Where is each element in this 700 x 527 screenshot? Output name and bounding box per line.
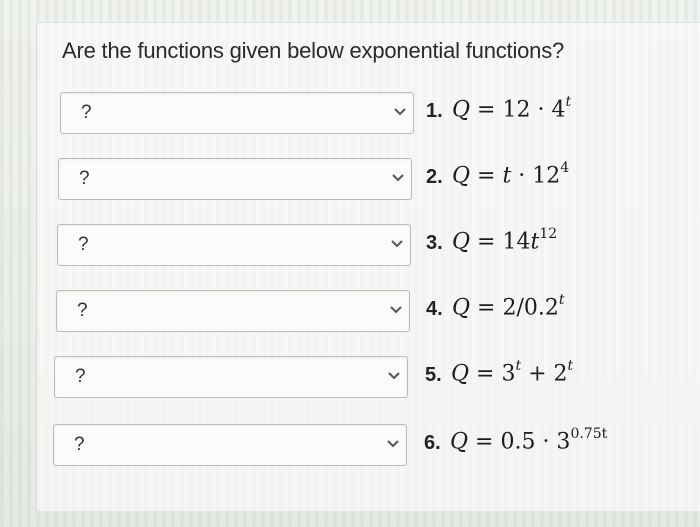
equals-sign: = (470, 229, 503, 255)
answer-select-5[interactable]: ? (54, 356, 408, 398)
answer-select-2[interactable]: ? (58, 158, 412, 200)
exponent: 0.75t (570, 426, 608, 442)
equation-rhs: · 12 (511, 163, 561, 189)
chevron-down-icon (393, 107, 407, 117)
exponent: t (567, 358, 574, 374)
chevron-down-icon (390, 239, 404, 249)
equation-number: 4. (426, 298, 443, 320)
answer-select-1[interactable]: ? (60, 92, 414, 134)
exponent: 4 (560, 160, 570, 176)
select-value: ? (74, 434, 85, 455)
select-value: ? (81, 102, 92, 123)
equals-sign: = (470, 97, 503, 123)
equation-4: Q = 2/0.2t (452, 292, 565, 321)
equation-3: Q = 14t12 (452, 226, 558, 255)
exponent: t (558, 292, 565, 308)
equation-lhs: Q (452, 229, 471, 255)
equation-rhs: 14 (502, 229, 531, 255)
select-value: ? (78, 234, 89, 255)
question-row-1: ? 1. Q = 12 · 4t (60, 92, 620, 134)
equation-number: 3. (426, 232, 443, 254)
equation-number: 2. (426, 166, 443, 188)
equation-lhs: Q (452, 163, 471, 189)
question-row-2: ? 2. Q = t · 124 (58, 158, 618, 200)
question-row-3: ? 3. Q = 14t12 (57, 224, 617, 266)
equation-number: 1. (426, 100, 443, 122)
exponent: 12 (539, 226, 558, 242)
equation-rhs-variable: t (530, 229, 540, 255)
equation-1: Q = 12 · 4t (452, 94, 572, 123)
equation-lhs: Q (452, 97, 471, 123)
equation-5: Q = 3t + 2t (451, 358, 574, 387)
chevron-down-icon (386, 439, 400, 449)
equation-lhs: Q (450, 429, 469, 455)
equals-sign: = (470, 163, 503, 189)
equation-rhs: 3 (501, 361, 516, 387)
answer-select-3[interactable]: ? (57, 224, 411, 266)
equation-rhs-second-term: + 2 (521, 361, 568, 387)
chevron-down-icon (391, 173, 405, 183)
equation-rhs: 12 · 4 (502, 97, 566, 123)
chevron-down-icon (389, 305, 403, 315)
equation-rhs: 0.5 · 3 (500, 429, 571, 455)
equals-sign: = (468, 429, 501, 455)
select-value: ? (79, 168, 90, 189)
equation-6: Q = 0.5 · 30.75t (450, 426, 608, 455)
exponent: t (565, 94, 572, 110)
equation-number: 6. (424, 432, 441, 454)
question-row-6: ? 6. Q = 0.5 · 30.75t (53, 424, 613, 466)
equation-lhs: Q (452, 295, 471, 321)
question-row-5: ? 5. Q = 3t + 2t (54, 356, 614, 398)
equals-sign: = (470, 295, 503, 321)
question-text: Are the functions given below exponentia… (62, 38, 565, 63)
question-row-4: ? 4. Q = 2/0.2t (56, 290, 616, 332)
equation-2: Q = t · 124 (452, 160, 570, 189)
answer-select-6[interactable]: ? (53, 424, 407, 466)
select-value: ? (75, 366, 86, 387)
exponent: t (515, 358, 522, 374)
equation-number: 5. (425, 364, 442, 386)
answer-select-4[interactable]: ? (56, 290, 410, 332)
equation-lhs: Q (451, 361, 470, 387)
equation-rhs: 2/0.2 (502, 295, 559, 321)
equation-rhs-variable: t (502, 163, 512, 189)
select-value: ? (77, 300, 88, 321)
chevron-down-icon (387, 371, 401, 381)
equals-sign: = (469, 361, 502, 387)
